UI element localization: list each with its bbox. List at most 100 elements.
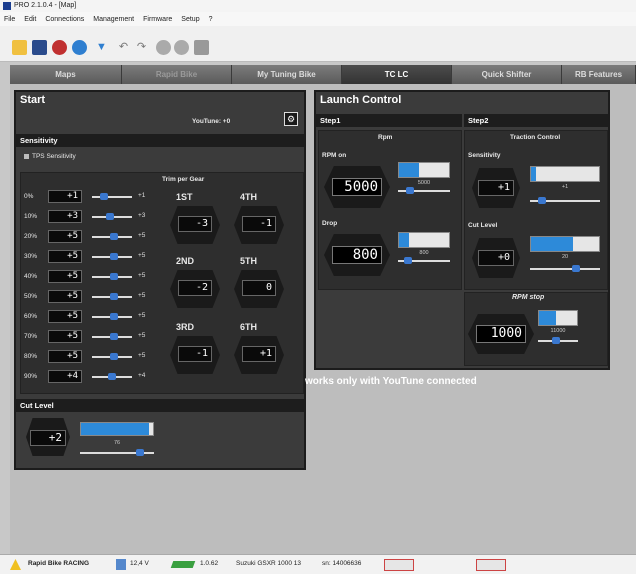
sensitivity-row-value[interactable]: +3: [48, 210, 82, 223]
drop-caption: 800: [419, 250, 429, 256]
cut-level-display[interactable]: +2: [30, 430, 66, 446]
sensitivity-row-slider[interactable]: [92, 333, 132, 340]
gear-label: 3RD: [176, 322, 195, 332]
sensitivity-row-slider[interactable]: [92, 353, 132, 360]
redo-icon[interactable]: ↷: [134, 40, 149, 55]
sensitivity-row-value[interactable]: +5: [48, 330, 82, 343]
gear-trim-display[interactable]: +1: [242, 346, 276, 362]
drop-display[interactable]: 800: [332, 246, 382, 264]
refresh-icon[interactable]: [72, 40, 87, 55]
cut-level-bar-caption: 76: [113, 440, 121, 446]
tc-sensitivity-display[interactable]: +1: [478, 180, 514, 196]
rpm-stop-label: RPM stop: [512, 294, 545, 301]
sensitivity-row-slider-value: +5: [138, 292, 146, 299]
sensitivity-row-value[interactable]: +5: [48, 270, 82, 283]
gear-trim-display[interactable]: -1: [242, 216, 276, 232]
cut-level-slider-knob[interactable]: [136, 449, 144, 456]
sensitivity-row-slider-knob[interactable]: [108, 373, 116, 380]
tc-cut-level-slider[interactable]: [530, 265, 600, 272]
quick-shifter-badge-icon: [476, 559, 506, 571]
rpm-on-display[interactable]: 5000: [332, 178, 382, 196]
traction-control-subtitle: Traction Control: [510, 134, 561, 141]
rpm-stop-slider[interactable]: [538, 337, 578, 344]
tc-sensitivity-slider-knob[interactable]: [538, 197, 546, 204]
tc-cut-level-display[interactable]: +0: [478, 250, 514, 266]
sensitivity-row-value[interactable]: +5: [48, 230, 82, 243]
tc-sensitivity-bar[interactable]: [530, 166, 600, 182]
tc-sensitivity-slider[interactable]: [530, 197, 600, 204]
status-voltage: 12,4 V: [130, 560, 149, 567]
sensitivity-row-slider[interactable]: [92, 253, 132, 260]
gear-label: 1ST: [176, 192, 193, 202]
menu-help[interactable]: ?: [209, 16, 213, 23]
gear-label: 5TH: [240, 256, 258, 266]
sensitivity-row-slider[interactable]: [92, 293, 132, 300]
gear-trim-display[interactable]: -2: [178, 280, 212, 296]
menu-edit[interactable]: Edit: [24, 16, 36, 23]
menu-firmware[interactable]: Firmware: [143, 16, 172, 23]
sensitivity-row-slider-knob[interactable]: [110, 253, 118, 260]
sensitivity-row-slider-knob[interactable]: [100, 193, 108, 200]
sensitivity-row-slider[interactable]: [92, 233, 132, 240]
grid-icon[interactable]: [194, 40, 209, 55]
zoom-in-icon[interactable]: [174, 40, 189, 55]
sensitivity-row-value[interactable]: +5: [48, 350, 82, 363]
status-serial: sn: 14006636: [322, 560, 362, 567]
sensitivity-row-slider-knob[interactable]: [110, 233, 118, 240]
sensitivity-row-slider-knob[interactable]: [110, 353, 118, 360]
tab-rb-features[interactable]: RB Features: [562, 65, 636, 84]
zoom-out-icon[interactable]: [156, 40, 171, 55]
tc-cut-level-slider-knob[interactable]: [572, 265, 580, 272]
rpm-subtitle: Rpm: [378, 134, 393, 141]
sensitivity-row-slider[interactable]: [92, 213, 132, 220]
tps-checkbox[interactable]: [24, 154, 29, 159]
tab-my-tuning-bike[interactable]: My Tuning Bike: [232, 65, 342, 84]
gear-trim-display[interactable]: -1: [178, 346, 212, 362]
sensitivity-row-pct: 70%: [24, 333, 38, 340]
tab-tc-lc[interactable]: TC LC: [342, 65, 452, 84]
filter-icon[interactable]: ▼: [94, 40, 109, 55]
cut-level-slider[interactable]: [80, 449, 154, 456]
open-folder-icon[interactable]: [12, 40, 27, 55]
sensitivity-row-slider-knob[interactable]: [110, 333, 118, 340]
drop-bar[interactable]: [398, 232, 450, 248]
undo-icon[interactable]: ↶: [116, 40, 131, 55]
sensitivity-row-value[interactable]: +5: [48, 250, 82, 263]
sensitivity-row-slider-knob[interactable]: [110, 293, 118, 300]
menu-management[interactable]: Management: [93, 16, 134, 23]
sensitivity-row-pct: 30%: [24, 253, 38, 260]
tab-maps[interactable]: Maps: [10, 65, 122, 84]
drop-slider-knob[interactable]: [404, 257, 412, 264]
sensitivity-row-slider[interactable]: [92, 273, 132, 280]
sensitivity-row-value[interactable]: +5: [48, 290, 82, 303]
start-title: Start: [20, 94, 46, 106]
rpm-on-slider[interactable]: [398, 187, 450, 194]
rpm-stop-slider-knob[interactable]: [552, 337, 560, 344]
rpm-on-bar[interactable]: [398, 162, 450, 178]
menu-file[interactable]: File: [4, 16, 15, 23]
sensitivity-row-slider-knob[interactable]: [106, 213, 114, 220]
sensitivity-row-slider[interactable]: [92, 193, 132, 200]
rpm-stop-display[interactable]: 1000: [476, 325, 526, 343]
cut-level-bar[interactable]: [80, 422, 154, 436]
sensitivity-row-slider[interactable]: [92, 313, 132, 320]
drop-slider[interactable]: [398, 257, 450, 264]
sensitivity-row-value[interactable]: +4: [48, 370, 82, 383]
gear-trim-display[interactable]: -3: [178, 216, 212, 232]
sensitivity-row-value[interactable]: +5: [48, 310, 82, 323]
connect-icon[interactable]: [52, 40, 67, 55]
sensitivity-row-value[interactable]: +1: [48, 190, 82, 203]
sensitivity-row-slider[interactable]: [92, 373, 132, 380]
menu-setup[interactable]: Setup: [181, 16, 199, 23]
tab-quick-shifter[interactable]: Quick Shifter: [452, 65, 562, 84]
sensitivity-row-slider-knob[interactable]: [110, 313, 118, 320]
tc-cut-level-bar[interactable]: [530, 236, 600, 252]
rpm-stop-bar[interactable]: [538, 310, 578, 326]
save-icon[interactable]: [32, 40, 47, 55]
menu-connections[interactable]: Connections: [45, 16, 84, 23]
sensitivity-row-slider-knob[interactable]: [110, 273, 118, 280]
gear-trim-display[interactable]: 0: [242, 280, 276, 296]
tab-rapid-bike[interactable]: Rapid Bike: [122, 65, 232, 84]
rpm-on-slider-knob[interactable]: [406, 187, 414, 194]
settings-gear-icon[interactable]: ⚙: [284, 112, 298, 126]
